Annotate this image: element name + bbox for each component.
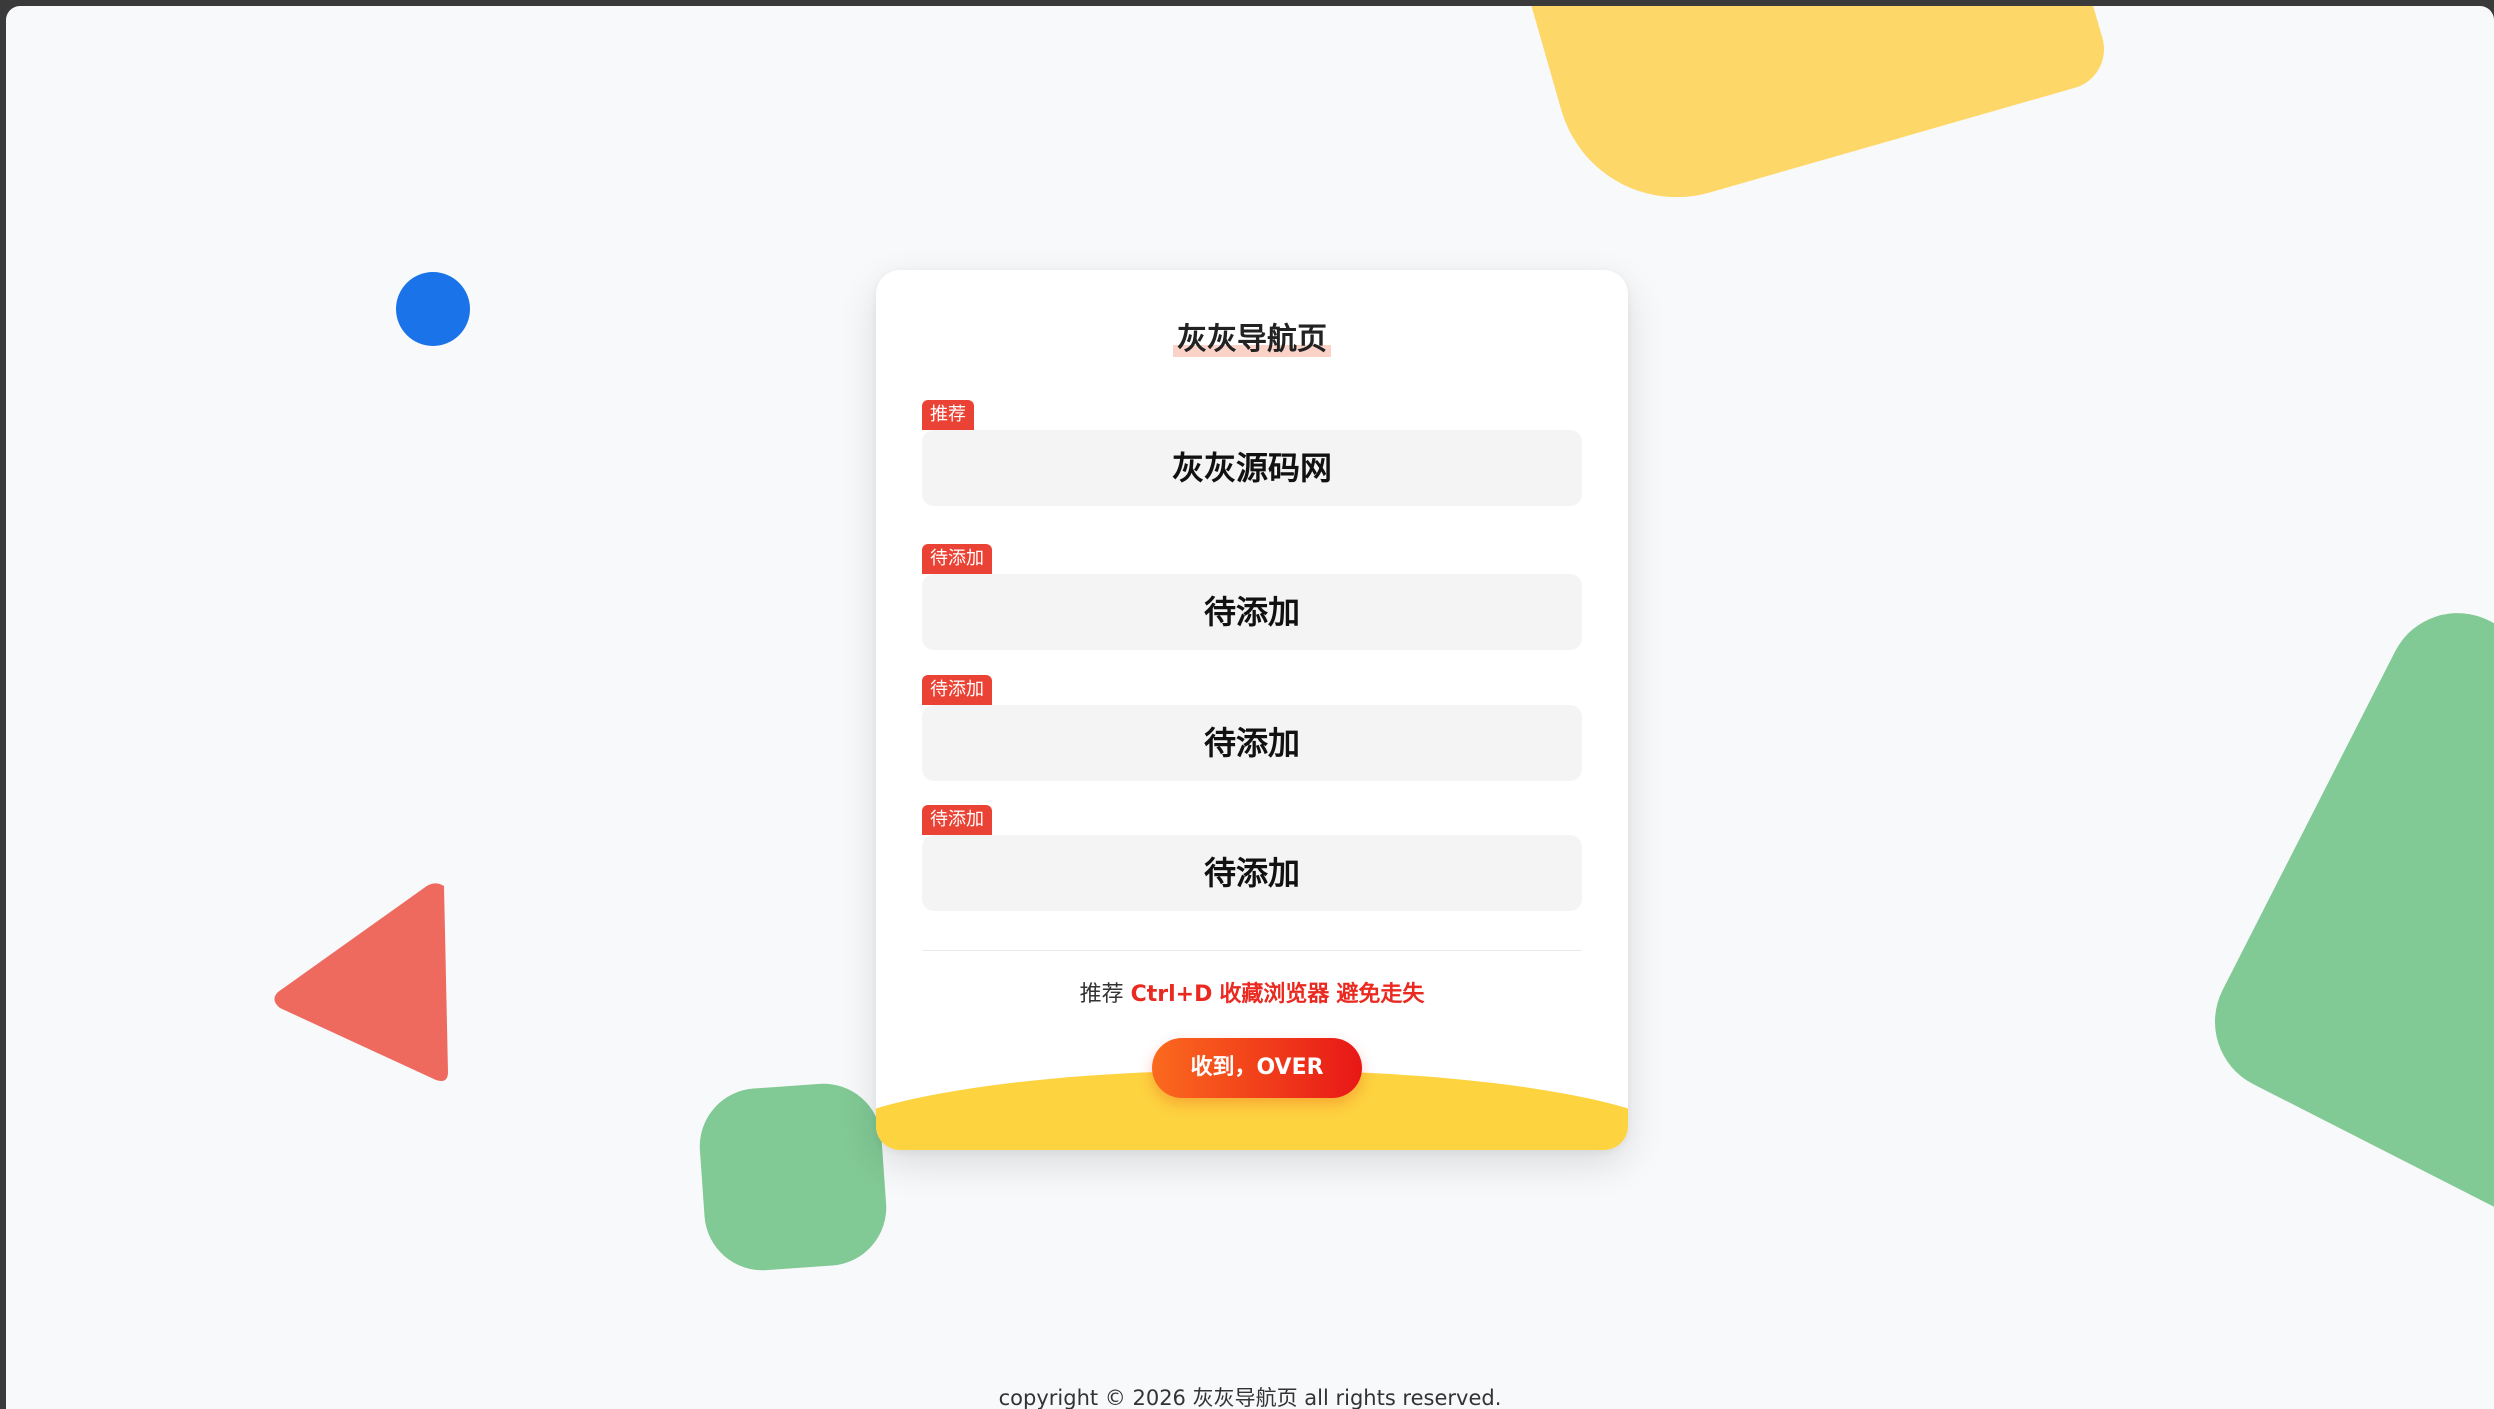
confirm-button[interactable]: 收到，OVER [1152, 1038, 1362, 1098]
decorative-green-big-shape [2190, 589, 2494, 1243]
link-button[interactable]: 待添加 [922, 835, 1582, 911]
link-button[interactable]: 灰灰源码网 [922, 430, 1582, 506]
link-button[interactable]: 待添加 [922, 574, 1582, 650]
link-tag: 待添加 [922, 544, 992, 574]
divider [922, 950, 1582, 951]
decorative-blue-circle [396, 272, 470, 346]
footer-copyright: copyright © 2026 灰灰导航页 all rights reserv… [998, 1386, 1502, 1409]
link-button[interactable]: 待添加 [922, 705, 1582, 781]
link-tag: 推荐 [922, 400, 974, 430]
page-viewport: 灰灰导航页 推荐 灰灰源码网 待添加 待添加 待添加 待添加 待添加 待添加 推… [6, 6, 2494, 1409]
decorative-red-triangle [274, 883, 448, 1081]
link-tag: 待添加 [922, 675, 992, 705]
decorative-green-rounded-square [695, 1079, 891, 1275]
decorative-yellow-shape [1520, 6, 2114, 226]
link-tag: 待添加 [922, 805, 992, 835]
page-title: 灰灰导航页 [876, 314, 1628, 358]
bookmark-tip: 推荐 Ctrl+D 收藏浏览器 避免走失 [1079, 982, 1425, 1007]
nav-card: 灰灰导航页 推荐 灰灰源码网 待添加 待添加 待添加 待添加 待添加 待添加 推… [876, 270, 1628, 1150]
